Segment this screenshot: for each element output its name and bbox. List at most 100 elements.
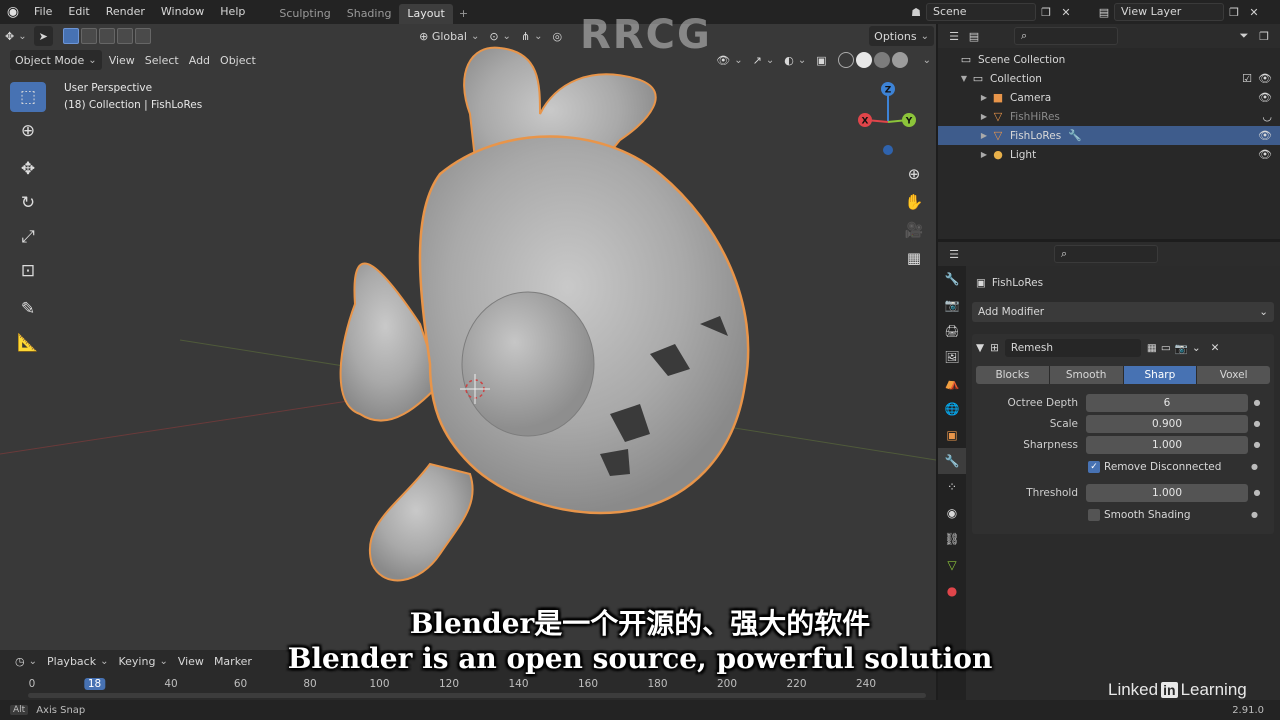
hand-icon[interactable]: ✋ [900, 188, 928, 216]
octree-depth-field[interactable]: 6 [1086, 393, 1248, 412]
selection-mode-buttons[interactable] [62, 28, 151, 44]
eye-icon[interactable]: 👁 [1258, 91, 1272, 104]
editor-type-icon[interactable]: ✥ [0, 26, 32, 46]
scene-tab-icon[interactable]: ⛺ [938, 370, 966, 396]
new-collection-icon[interactable]: ❐ [1254, 27, 1274, 45]
camera-icon[interactable]: 🎥 [900, 216, 928, 244]
timeline-scrollbar[interactable] [28, 693, 926, 698]
keyframe-dot-icon[interactable]: ● [1248, 419, 1266, 428]
filter-icon[interactable]: ⏷ [1234, 27, 1254, 45]
outliner-editor-icon[interactable]: ☰ [944, 27, 964, 45]
shading-modes[interactable] [832, 50, 914, 70]
grid-icon[interactable]: ▦ [900, 244, 928, 272]
particles-tab-icon[interactable]: ⁘ [938, 474, 966, 500]
menu-add[interactable]: Add [184, 50, 215, 70]
keyframe-dot-icon[interactable]: ● [1248, 488, 1266, 497]
3d-viewport[interactable]: ✥ ➤ ⊕ Global ⊙ ⋔ ◎ Options Object Mode V… [0, 24, 936, 650]
menu-view[interactable]: View [104, 50, 140, 70]
keyframe-dot-icon[interactable]: ● [1251, 510, 1258, 519]
move-icon[interactable]: ✥ [10, 154, 46, 184]
mode-smooth[interactable]: Smooth [1049, 366, 1124, 384]
scale-field[interactable]: 0.900 [1086, 414, 1248, 433]
material-tab-icon[interactable]: ● [938, 578, 966, 604]
eye-icon[interactable]: 👁 [1258, 129, 1272, 142]
menu-edit[interactable]: Edit [60, 0, 97, 24]
view-layer-field[interactable]: View Layer [1114, 3, 1224, 21]
select-tool-icon[interactable]: ➤ [33, 26, 53, 46]
tool-tab-icon[interactable]: 🔧 [938, 266, 966, 292]
modifier-menu-icon[interactable]: ⌄ [1192, 342, 1201, 354]
mode-blocks[interactable]: Blocks [976, 366, 1050, 384]
solid-shading-icon[interactable] [855, 52, 872, 68]
tab-layout[interactable]: Layout [399, 4, 453, 24]
snap-dropdown[interactable]: ⋔ [516, 26, 548, 46]
remove-disconnected-checkbox[interactable]: ✓ [1088, 460, 1100, 473]
modifier-name-field[interactable]: Remesh [1004, 339, 1141, 357]
render-toggle-icon[interactable]: 📷 [1175, 342, 1188, 355]
viewport-toggle-icon[interactable]: ▭ [1161, 342, 1171, 354]
visibility-icon[interactable]: 👁 [711, 50, 747, 70]
rotate-icon[interactable]: ↻ [10, 188, 46, 218]
view-layer-tab-icon[interactable]: 🖼 [938, 344, 966, 370]
add-modifier-dropdown[interactable]: Add Modifier ⌄ [972, 302, 1274, 322]
tab-sculpting[interactable]: Sculpting [271, 4, 338, 24]
menu-object[interactable]: Object [215, 50, 261, 70]
data-tab-icon[interactable]: ▽ [938, 552, 966, 578]
view-layer-icon[interactable]: ▤ [1094, 3, 1114, 21]
smooth-shading-checkbox[interactable] [1088, 508, 1100, 521]
shading-options-icon[interactable] [914, 50, 936, 70]
expand-icon[interactable]: ▶ [978, 131, 990, 140]
new-scene-icon[interactable]: ❐ [1036, 3, 1056, 21]
orientation-dropdown[interactable]: ⊕ Global [414, 26, 484, 46]
transform-icon[interactable]: ⊡ [10, 256, 46, 286]
menu-window[interactable]: Window [153, 0, 212, 24]
expand-icon[interactable]: ▶ [978, 93, 990, 102]
keyframe-dot-icon[interactable]: ● [1251, 462, 1258, 471]
outliner-item-fishlores[interactable]: ▶ ▽ FishLoRes 🔧 👁 [938, 126, 1280, 145]
annotate-icon[interactable]: ✎ [10, 294, 46, 324]
checkbox-icon[interactable]: ☑ [1242, 72, 1252, 85]
pivot-dropdown[interactable]: ⊙ [484, 26, 516, 46]
add-workspace-icon[interactable]: + [453, 4, 474, 24]
eye-closed-icon[interactable]: ◡ [1262, 110, 1272, 123]
editmode-toggle-icon[interactable]: ▦ [1147, 342, 1157, 354]
display-mode-icon[interactable]: ▤ [964, 27, 984, 45]
menu-render[interactable]: Render [98, 0, 153, 24]
fish-mesh[interactable] [0, 24, 936, 650]
scale-icon[interactable]: ⤢ [10, 222, 46, 252]
measure-icon[interactable]: 📐 [10, 328, 46, 358]
options-dropdown[interactable]: Options [869, 26, 934, 46]
eye-icon[interactable]: 👁 [1258, 72, 1272, 85]
new-view-layer-icon[interactable]: ❐ [1224, 3, 1244, 21]
gizmo-toggle-icon[interactable]: ↗ [748, 50, 780, 70]
outliner-search-input[interactable]: ⌕ [1014, 27, 1118, 45]
keyframe-dot-icon[interactable]: ● [1248, 398, 1266, 407]
properties-editor-icon[interactable]: ☰ [944, 245, 964, 263]
menu-help[interactable]: Help [212, 0, 253, 24]
physics-tab-icon[interactable]: ◉ [938, 500, 966, 526]
scene-icon[interactable]: ☗ [906, 3, 926, 21]
outliner-scene-collection[interactable]: ▭ Scene Collection [938, 50, 1280, 69]
outliner-collection[interactable]: ▼ ▭ Collection ☑ 👁 [938, 69, 1280, 88]
zoom-icon[interactable]: ⊕ [900, 160, 928, 188]
proportional-edit-icon[interactable]: ◎ [548, 26, 568, 46]
mode-voxel[interactable]: Voxel [1197, 366, 1270, 384]
object-tab-icon[interactable]: ▣ [938, 422, 966, 448]
material-shading-icon[interactable] [873, 52, 890, 68]
remove-disconnected-row[interactable]: ✓ Remove Disconnected ● [976, 455, 1270, 478]
select-box-icon[interactable]: ⬚ [10, 82, 46, 112]
modifier-tab-icon[interactable]: 🔧 [938, 448, 966, 474]
menu-select[interactable]: Select [140, 50, 184, 70]
menu-file[interactable]: File [26, 0, 60, 24]
eye-icon[interactable]: 👁 [1258, 148, 1272, 161]
remove-view-layer-icon[interactable]: ✕ [1244, 3, 1264, 21]
cursor-icon[interactable]: ⊕ [10, 116, 46, 146]
expand-icon[interactable]: ▶ [978, 150, 990, 159]
sharpness-field[interactable]: 1.000 [1086, 435, 1248, 454]
threshold-field[interactable]: 1.000 [1086, 483, 1248, 502]
output-tab-icon[interactable]: 🖨 [938, 318, 966, 344]
smooth-shading-row[interactable]: Smooth Shading ● [976, 503, 1270, 526]
world-tab-icon[interactable]: 🌐 [938, 396, 966, 422]
expand-icon[interactable]: ▼ [958, 74, 970, 83]
current-frame-indicator[interactable]: 18 [83, 678, 106, 690]
